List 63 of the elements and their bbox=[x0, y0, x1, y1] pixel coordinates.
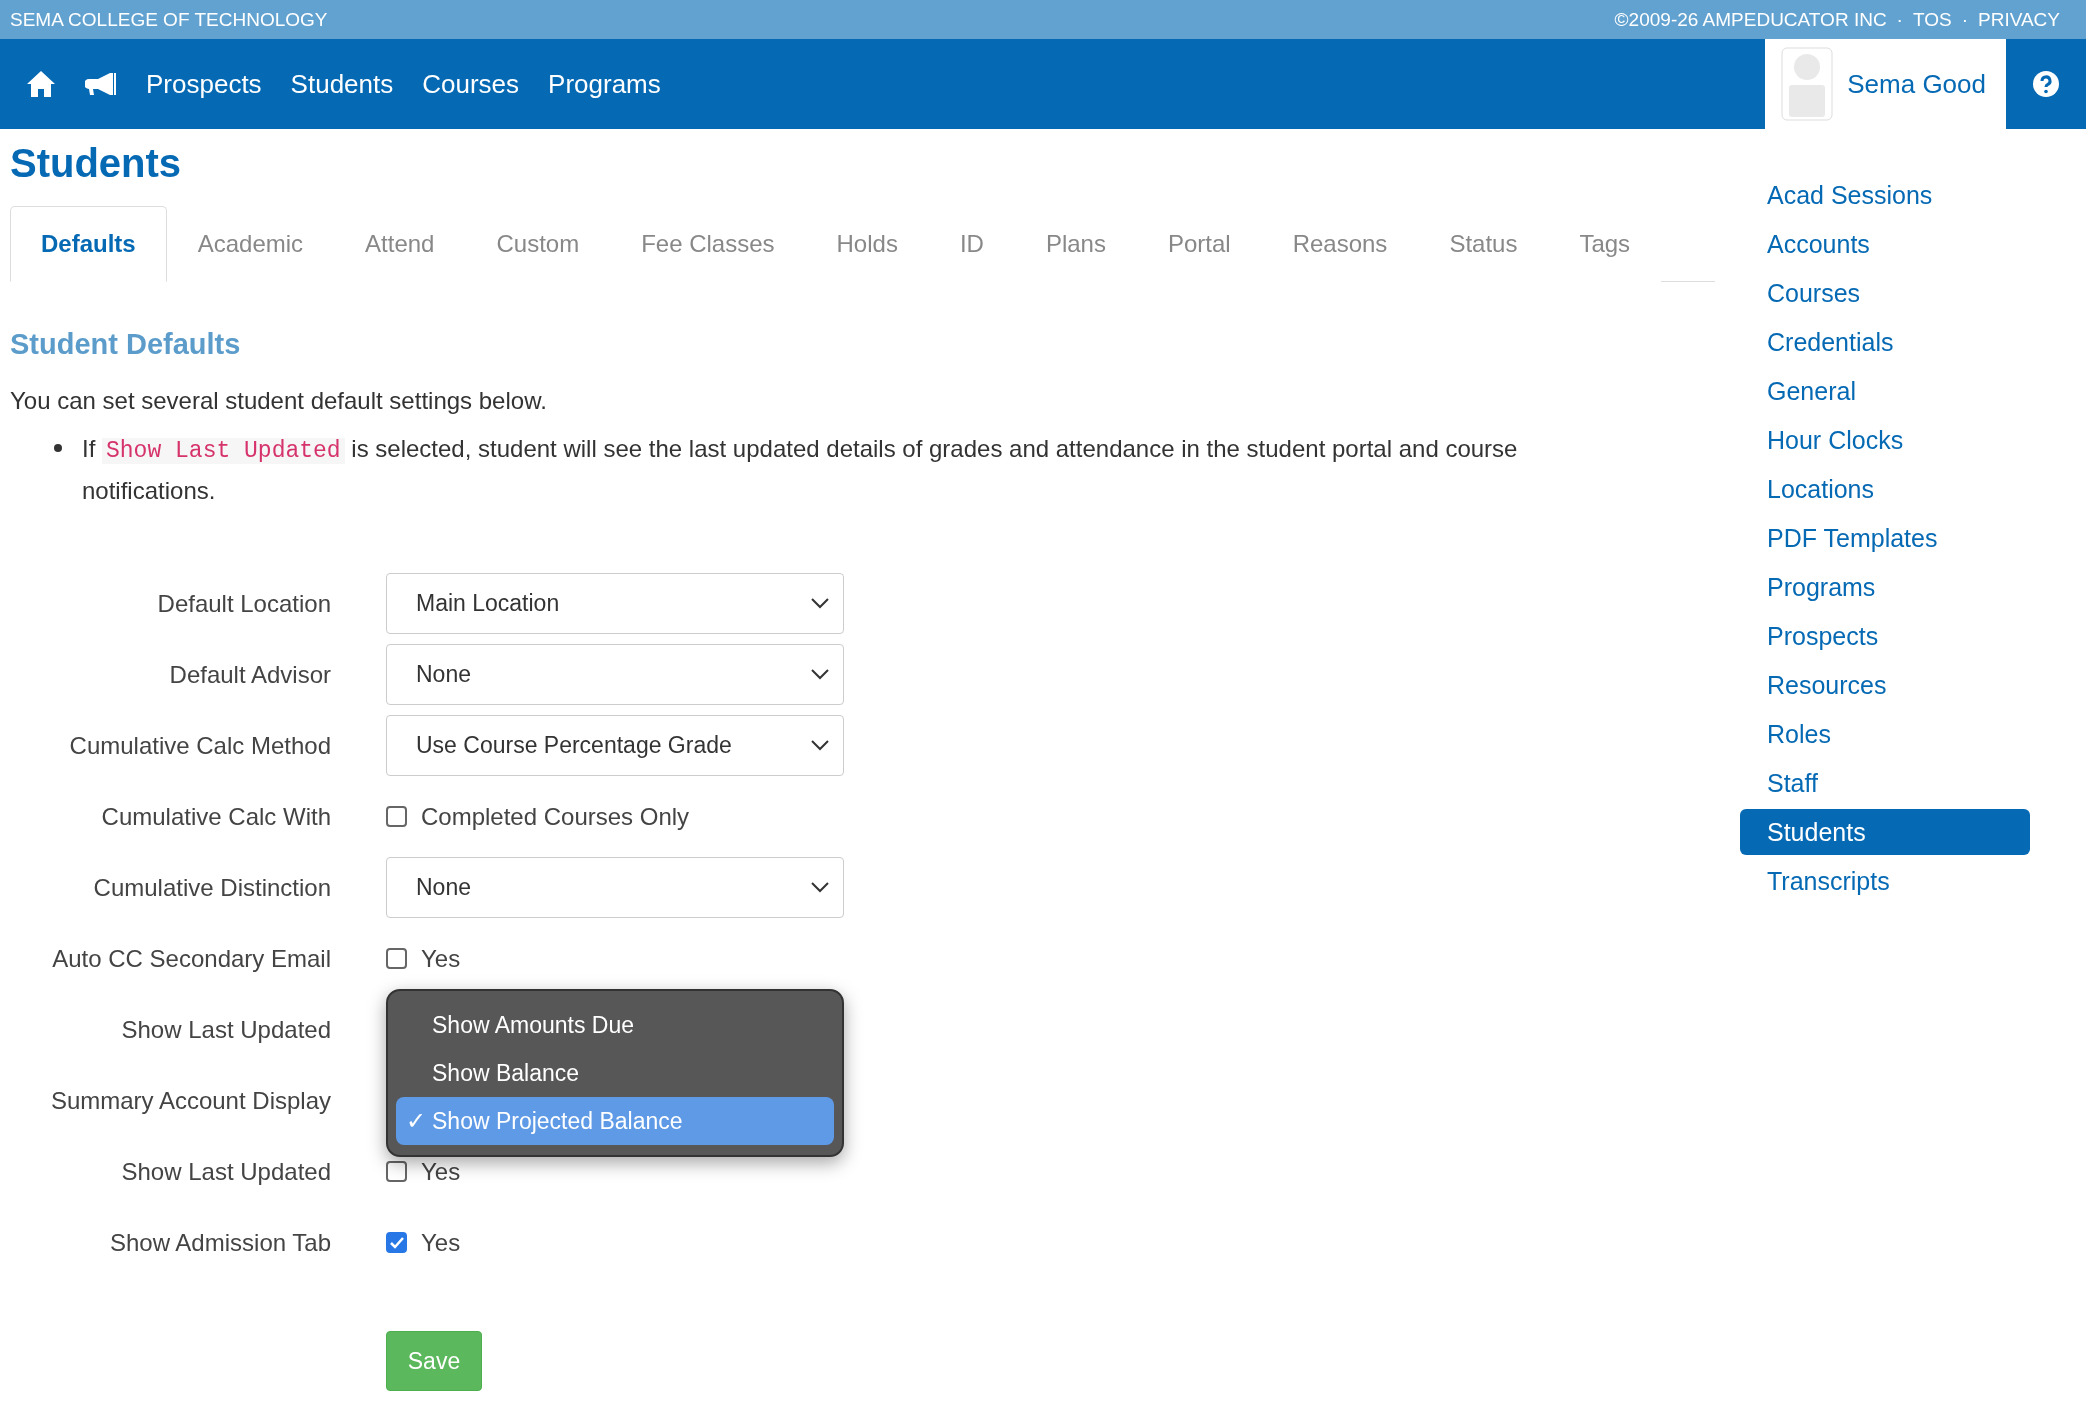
select-field[interactable]: Main Location bbox=[386, 573, 844, 634]
bullet-icon bbox=[54, 444, 62, 452]
intro-text: You can set several student default settings below. bbox=[10, 387, 548, 415]
checkbox[interactable] bbox=[386, 1232, 407, 1253]
user-name-link[interactable]: Sema Good bbox=[1847, 68, 1986, 100]
sidebar-item[interactable]: Acad Sessions bbox=[1740, 172, 2030, 218]
sidebar-item[interactable]: Prospects bbox=[1740, 613, 2030, 659]
menu-item[interactable]: Show Balance bbox=[396, 1049, 834, 1097]
chevron-down-icon bbox=[811, 669, 829, 680]
sidebar-item[interactable]: Accounts bbox=[1740, 221, 2030, 267]
sidebar-item[interactable]: Programs bbox=[1740, 564, 2030, 610]
page-title: Students bbox=[10, 140, 183, 187]
sidebar-item[interactable]: PDF Templates bbox=[1740, 515, 2030, 561]
field-label: Summary Account Display bbox=[49, 1086, 331, 1115]
section-title: Student Defaults bbox=[10, 328, 242, 361]
field-label: Default Location bbox=[156, 589, 331, 618]
chevron-down-icon bbox=[811, 598, 829, 609]
avatar-icon bbox=[1781, 47, 1834, 121]
field-label: Cumulative Distinction bbox=[92, 873, 331, 902]
separator: · bbox=[1961, 8, 1968, 31]
checkbox[interactable] bbox=[386, 948, 407, 969]
sidebar-item[interactable]: Courses bbox=[1740, 270, 2030, 316]
checkbox-label: Yes bbox=[421, 1228, 461, 1257]
sidebar-item[interactable]: Transcripts bbox=[1740, 858, 2030, 904]
megaphone-icon[interactable] bbox=[85, 71, 117, 97]
select-field[interactable]: Use Course Percentage Grade bbox=[386, 715, 844, 776]
menu-item[interactable]: Show Amounts Due bbox=[396, 1001, 834, 1049]
field-label: Default Advisor bbox=[168, 660, 331, 689]
sidebar-item[interactable]: Hour Clocks bbox=[1740, 417, 2030, 463]
checkbox-label: Yes bbox=[421, 944, 461, 973]
sidebar-item[interactable]: Locations bbox=[1740, 466, 2030, 512]
tab[interactable]: Defaults bbox=[10, 206, 167, 282]
school-name: SEMA COLLEGE OF TECHNOLOGY bbox=[10, 8, 328, 31]
field-label: Show Last Updated bbox=[120, 1157, 331, 1186]
checkbox[interactable] bbox=[386, 1161, 407, 1182]
select-field[interactable]: None bbox=[386, 857, 844, 918]
checkbox-label: Yes bbox=[421, 1157, 461, 1186]
sidebar-item[interactable]: Staff bbox=[1740, 760, 2030, 806]
copyright-text: ©2009-26 AMPEDUCATOR INC bbox=[1614, 8, 1887, 31]
select-field[interactable]: None bbox=[386, 644, 844, 705]
field-label: Show Last Updated bbox=[120, 1015, 331, 1044]
nav-link[interactable]: Prospects bbox=[146, 68, 262, 100]
field-label: Show Admission Tab bbox=[109, 1228, 331, 1257]
sidebar-item[interactable]: Credentials bbox=[1740, 319, 2030, 365]
nav-link[interactable]: Students bbox=[290, 68, 394, 100]
field-label: Auto CC Secondary Email bbox=[51, 944, 331, 973]
field-label: Cumulative Calc Method bbox=[68, 731, 331, 760]
sidebar-item[interactable]: Students bbox=[1740, 809, 2030, 855]
checkbox-label: Completed Courses Only bbox=[421, 802, 690, 831]
sidebar-item[interactable]: Resources bbox=[1740, 662, 2030, 708]
chevron-down-icon bbox=[811, 740, 829, 751]
field-label: Cumulative Calc With bbox=[100, 802, 331, 831]
help-icon[interactable] bbox=[2032, 70, 2060, 98]
separator: · bbox=[1896, 8, 1903, 31]
sidebar-item[interactable]: Roles bbox=[1740, 711, 2030, 757]
chevron-down-icon bbox=[811, 882, 829, 893]
nav-link[interactable]: Courses bbox=[422, 68, 520, 100]
nav-link[interactable]: Programs bbox=[548, 68, 661, 100]
bullet-text: If Show Last Updated is selected, student will see the last updated details of grades and attendance in the student portal and course notifications. bbox=[82, 434, 1519, 506]
checkbox[interactable] bbox=[386, 806, 407, 827]
menu-item[interactable]: ✓ Show Projected Balance bbox=[396, 1097, 834, 1145]
sidebar-item[interactable]: General bbox=[1740, 368, 2030, 414]
home-icon[interactable] bbox=[26, 70, 56, 98]
